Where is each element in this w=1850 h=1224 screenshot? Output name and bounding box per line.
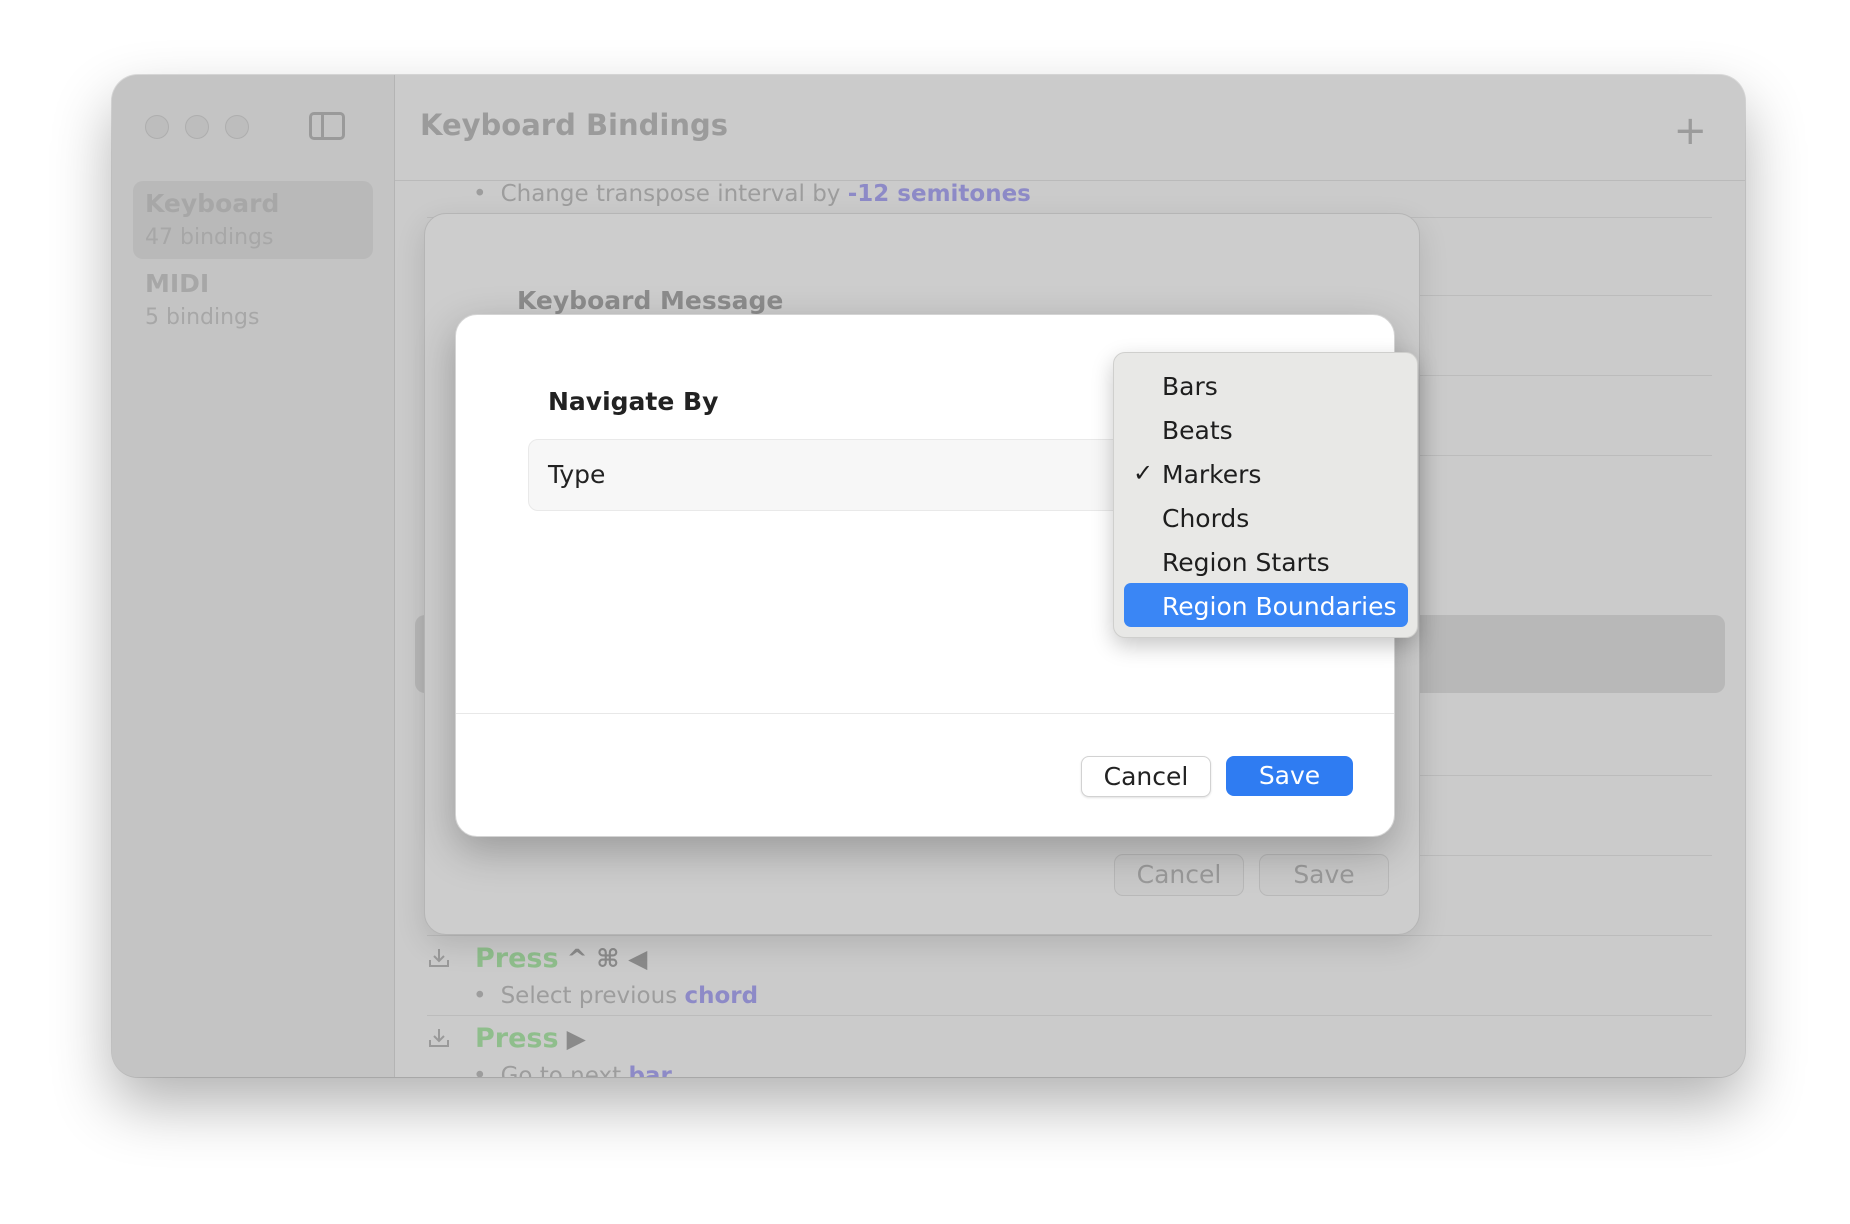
dialog-title: Navigate By [548, 387, 719, 416]
menu-item-region-boundaries[interactable]: Region Boundaries [1124, 583, 1408, 627]
binding-trigger[interactable]: Press ▶ [475, 1023, 586, 1054]
zoom-window-button[interactable] [225, 115, 249, 139]
menu-item-region-starts[interactable]: Region Starts [1124, 539, 1408, 583]
list-item-detail: • Go to next bar [473, 1063, 672, 1077]
binding-trigger[interactable]: Press ^ ⌘ ◀ [475, 943, 647, 974]
close-window-button[interactable] [145, 115, 169, 139]
dialog-divider [456, 713, 1394, 714]
type-picker[interactable]: Type [528, 439, 1130, 511]
sidebar: Keyboard 47 bindings MIDI 5 bindings [112, 75, 395, 1077]
list-item-detail: • Change transpose interval by -12 semito… [473, 181, 1031, 207]
sheet-title: Keyboard Message [517, 286, 784, 315]
row-divider [427, 935, 1712, 936]
sheet-cancel-button[interactable]: Cancel [1114, 854, 1244, 896]
menu-item-beats[interactable]: Beats [1124, 407, 1408, 451]
sidebar-item-subtitle: 47 bindings [145, 225, 274, 250]
type-label: Type [548, 460, 606, 489]
menu-item-markers[interactable]: ✓ Markers [1124, 451, 1408, 495]
checkmark-icon: ✓ [1133, 459, 1154, 487]
menu-item-label: Markers [1162, 460, 1262, 489]
row-divider [427, 1015, 1712, 1016]
save-button[interactable]: Save [1226, 756, 1353, 796]
type-dropdown-menu: Bars Beats ✓ Markers Chords Region Start… [1113, 352, 1418, 638]
header: Keyboard Bindings + [395, 75, 1745, 181]
menu-item-label: Chords [1162, 504, 1250, 533]
menu-item-label: Region Boundaries [1162, 592, 1397, 621]
page-title: Keyboard Bindings [420, 108, 728, 142]
download-icon [429, 1029, 449, 1047]
menu-item-chords[interactable]: Chords [1124, 495, 1408, 539]
sidebar-item-subtitle: 5 bindings [145, 305, 260, 330]
cancel-button[interactable]: Cancel [1081, 756, 1211, 797]
menu-item-bars[interactable]: Bars [1124, 363, 1408, 407]
list-item-detail: • Select previous chord [473, 983, 759, 1009]
menu-item-label: Region Starts [1162, 548, 1330, 577]
sidebar-item-title: MIDI [145, 269, 210, 298]
sidebar-toggle-icon[interactable] [309, 112, 345, 140]
sheet-save-button[interactable]: Save [1259, 854, 1389, 896]
menu-item-label: Beats [1162, 416, 1233, 445]
add-binding-button[interactable]: + [1673, 111, 1707, 151]
menu-item-label: Bars [1162, 372, 1218, 401]
sidebar-item-title: Keyboard [145, 189, 280, 218]
download-icon [429, 949, 449, 967]
minimize-window-button[interactable] [185, 115, 209, 139]
sidebar-item-midi[interactable]: MIDI 5 bindings [133, 261, 373, 339]
sidebar-item-keyboard[interactable]: Keyboard 47 bindings [133, 181, 373, 259]
